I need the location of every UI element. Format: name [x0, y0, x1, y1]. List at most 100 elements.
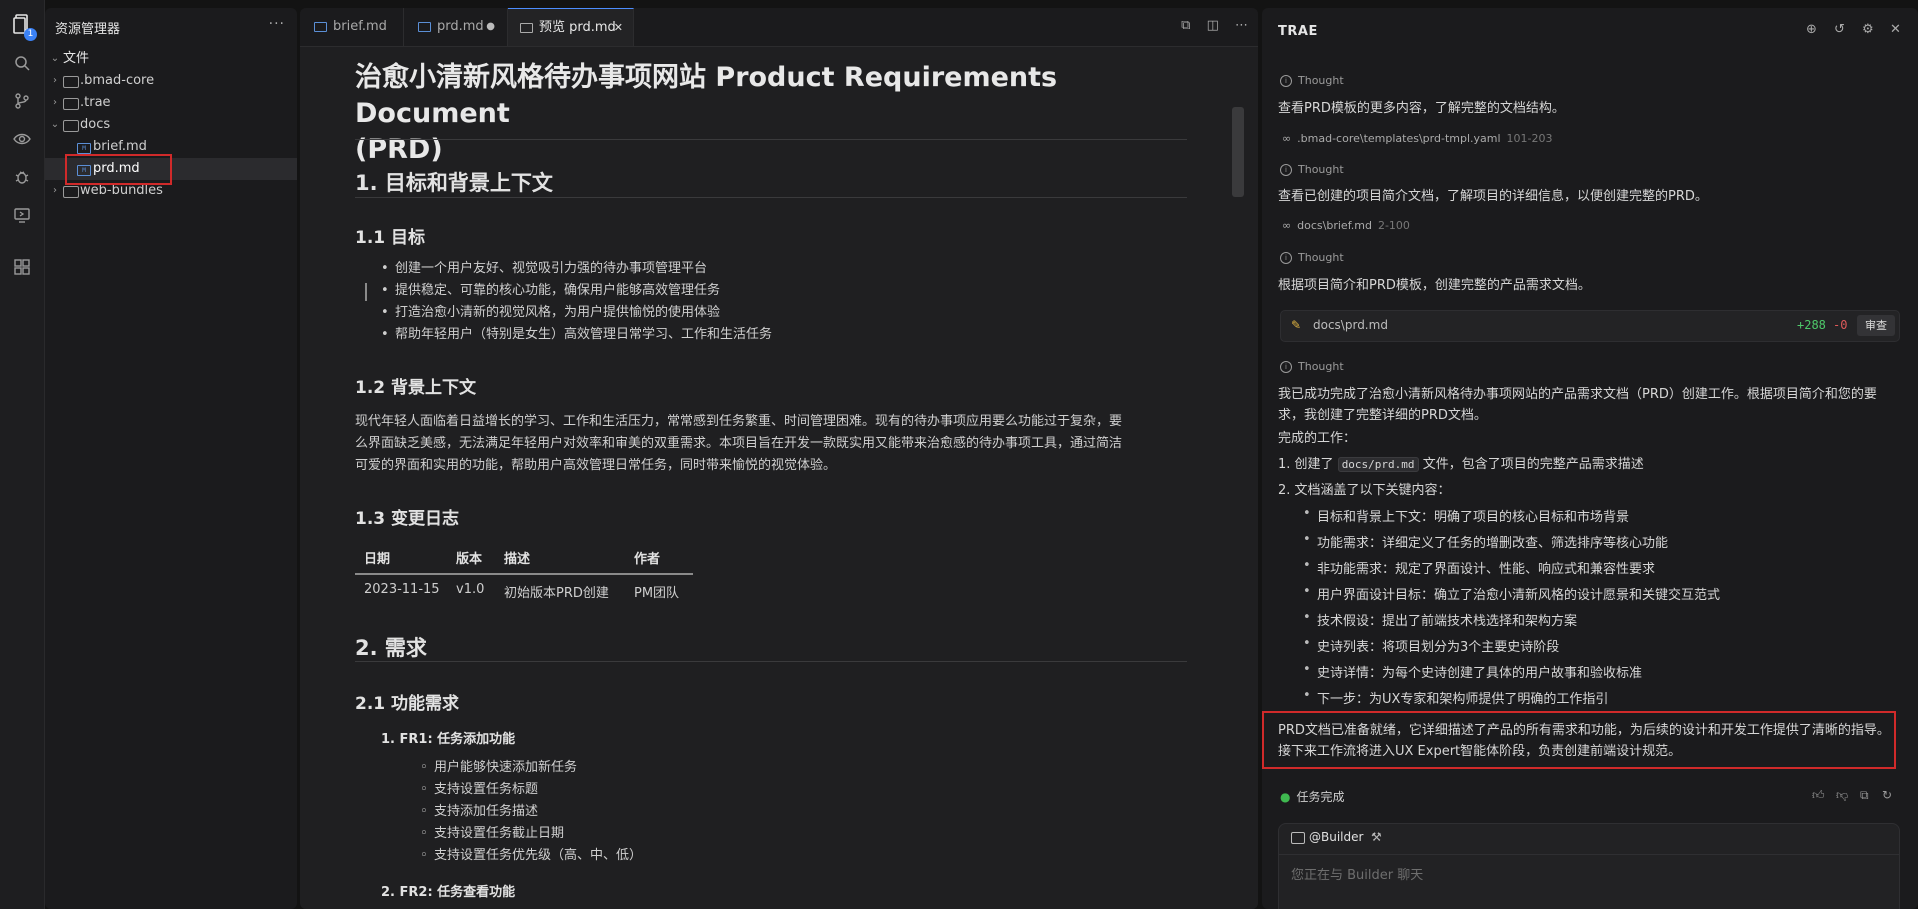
tree-item-bmad-core[interactable]: › .bmad-core	[45, 70, 297, 92]
tree-item-label: .bmad-core	[80, 73, 155, 88]
tab-prd-md[interactable]: prd.md ●	[404, 8, 508, 46]
retry-icon[interactable]: ↻	[1882, 788, 1892, 802]
tree-item-label: .trae	[80, 95, 111, 110]
chat-input[interactable]: 您正在与 Builder 聊天	[1291, 864, 1423, 883]
background-paragraph: 现代年轻人面临着日益增长的学习、工作和生活压力，常常感到任务繁重、时间管理困难。…	[355, 414, 1123, 473]
folder-icon	[63, 98, 79, 110]
thought-toggle[interactable]: i Thought	[1280, 163, 1344, 176]
list-item: 目标和背景上下文：明确了项目的核心目标和市场背景	[1303, 506, 1629, 525]
chevron-right-icon: ›	[53, 97, 57, 108]
heading-goals: 1.1 目标	[355, 228, 426, 248]
review-button[interactable]: 审查	[1857, 315, 1895, 336]
tab-label: 预览 prd.md	[539, 20, 616, 35]
heading-goals-background: 1. 目标和背景上下文	[355, 171, 553, 195]
chat-message: 根据项目简介和PRD模板，创建完整的产品需求文档。	[1278, 278, 1591, 293]
selection-highlight	[65, 154, 172, 185]
list-item: 技术假设：提出了前端技术栈选择和架构方案	[1303, 610, 1577, 629]
list-item: ◦ 用户能够快速添加新任务	[420, 760, 578, 775]
extensions-icon[interactable]	[10, 258, 34, 282]
unsaved-dot-icon: ●	[486, 21, 495, 32]
table-header: 作者	[634, 552, 661, 567]
list-item: 用户界面设计目标：确立了治愈小清新风格的设计愿景和关键交互范式	[1303, 584, 1720, 603]
table-header: 日期	[364, 552, 391, 567]
cursor-marker	[365, 283, 367, 301]
glasses-icon: ∞	[1282, 132, 1292, 145]
done-heading: 完成的工作：	[1278, 431, 1357, 446]
fr2-title: 2. FR2: 任务查看功能	[381, 885, 516, 900]
tree-section-files[interactable]: ⌄ 文件	[45, 48, 297, 70]
info-icon: i	[1280, 361, 1292, 373]
list-item: • 创建一个用户友好、视觉吸引力强的待办事项管理平台	[381, 261, 708, 276]
inline-code: docs/prd.md	[1337, 457, 1419, 472]
message-highlight	[1262, 711, 1896, 769]
chat-panel: TRAE ⊕ ↺ ⚙ ✕ i Thought 查看PRD模板的更多内容，了解完整的…	[1262, 8, 1918, 909]
diff-added: +288	[1797, 318, 1826, 332]
list-item: ◦ 支持设置任务截止日期	[420, 826, 565, 841]
search-icon[interactable]	[10, 54, 34, 78]
activity-bar: 1	[0, 0, 45, 909]
table-cell: PM团队	[634, 586, 680, 601]
check-circle-icon: ●	[1280, 790, 1291, 804]
agent-selector[interactable]: @Builder ⚒	[1279, 824, 1899, 855]
eye-icon[interactable]	[10, 130, 34, 154]
history-icon[interactable]: ↺	[1834, 22, 1845, 37]
more-icon[interactable]: ···	[269, 16, 285, 32]
scrollbar[interactable]	[1232, 107, 1244, 197]
list-item: • 提供稳定、可靠的核心功能，确保用户能够高效管理任务	[381, 283, 721, 298]
done-item-2: 2. 文档涵盖了以下关键内容：	[1278, 483, 1451, 498]
more-icon[interactable]: ⋯	[1235, 18, 1248, 33]
list-item: 史诗详情：为每个史诗创建了具体的用户故事和验收标准	[1303, 662, 1642, 681]
agent-icon	[1291, 832, 1305, 844]
thumbs-up-icon[interactable]: 👍︎	[1812, 788, 1825, 803]
tree-item-trae[interactable]: › .trae	[45, 92, 297, 114]
thought-toggle[interactable]: i Thought	[1280, 251, 1344, 264]
close-icon[interactable]: ✕	[1890, 22, 1901, 37]
file-reference[interactable]: ∞ docs\brief.md 2-100	[1282, 219, 1410, 232]
open-source-icon[interactable]: ⧉	[1181, 18, 1190, 33]
fr1-title: 1. FR1: 任务添加功能	[381, 732, 516, 747]
info-icon: i	[1280, 252, 1292, 264]
thought-toggle[interactable]: i Thought	[1280, 360, 1344, 373]
tab-label: prd.md	[437, 19, 484, 34]
tab-brief-md[interactable]: brief.md	[300, 8, 404, 46]
debug-icon[interactable]	[10, 168, 34, 192]
remote-icon[interactable]	[10, 206, 34, 230]
list-item: ◦ 支持添加任务描述	[420, 804, 539, 819]
explorer-panel: 资源管理器 ··· ⌄ 文件 › .bmad-core › .trae ⌄ do…	[45, 8, 297, 909]
split-editor-icon[interactable]: ◫	[1207, 18, 1219, 33]
diff-file-name: docs\prd.md	[1313, 318, 1388, 332]
file-reference[interactable]: ∞ .bmad-core\templates\prd-tmpl.yaml 101-2…	[1282, 132, 1553, 145]
thumbs-down-icon[interactable]: 👎︎	[1836, 788, 1848, 803]
thought-toggle[interactable]: i Thought	[1280, 74, 1344, 87]
list-item: • 打造治愈小清新的视觉风格，为用户提供愉悦的使用体验	[381, 305, 721, 320]
folder-icon	[63, 76, 79, 88]
new-chat-icon[interactable]: ⊕	[1806, 22, 1817, 37]
chat-input-box: @Builder ⚒ 您正在与 Builder 聊天	[1278, 823, 1900, 909]
chevron-down-icon: ⌄	[50, 119, 60, 130]
goals-list: • 创建一个用户友好、视觉吸引力强的待办事项管理平台 • 提供稳定、可靠的核心功能，…	[381, 258, 1187, 346]
diff-deleted: -0	[1833, 318, 1848, 332]
task-status: ● 任务完成	[1280, 790, 1345, 804]
copy-icon[interactable]: ⧉	[1860, 788, 1869, 803]
table-cell: 初始版本PRD创建	[504, 586, 609, 601]
folder-icon	[63, 186, 79, 198]
preview-icon	[520, 22, 533, 33]
chat-message: 查看PRD模板的更多内容，了解完整的文档结构。	[1278, 101, 1565, 116]
list-item: 史诗列表：将项目划分为3个主要史诗阶段	[1303, 636, 1559, 655]
file-diff-card[interactable]: ✎ docs\prd.md +288 -0 审查	[1280, 310, 1900, 342]
tree-item-docs[interactable]: ⌄ docs	[45, 114, 297, 136]
tree-section-label: 文件	[63, 51, 90, 66]
close-icon[interactable]: ✕	[614, 9, 623, 47]
list-item: 非功能需求：规定了界面设计、性能、响应式和兼容性要求	[1303, 558, 1655, 577]
tab-preview-prd-md[interactable]: 预览 prd.md ✕	[508, 8, 634, 46]
glasses-icon: ∞	[1282, 219, 1292, 232]
gear-icon[interactable]: ⚙	[1862, 22, 1874, 37]
divider	[355, 139, 1187, 140]
source-control-icon[interactable]	[10, 92, 34, 116]
heading-background: 1.2 背景上下文	[355, 378, 477, 398]
tab-bar: brief.md prd.md ● 预览 prd.md ✕ ⧉ ◫ ⋯	[300, 8, 1258, 47]
heading-functional: 2.1 功能需求	[355, 694, 460, 714]
explorer-icon[interactable]: 1	[10, 14, 37, 41]
tool-icon: ⚒	[1371, 830, 1382, 844]
table-header: 版本	[456, 552, 483, 567]
